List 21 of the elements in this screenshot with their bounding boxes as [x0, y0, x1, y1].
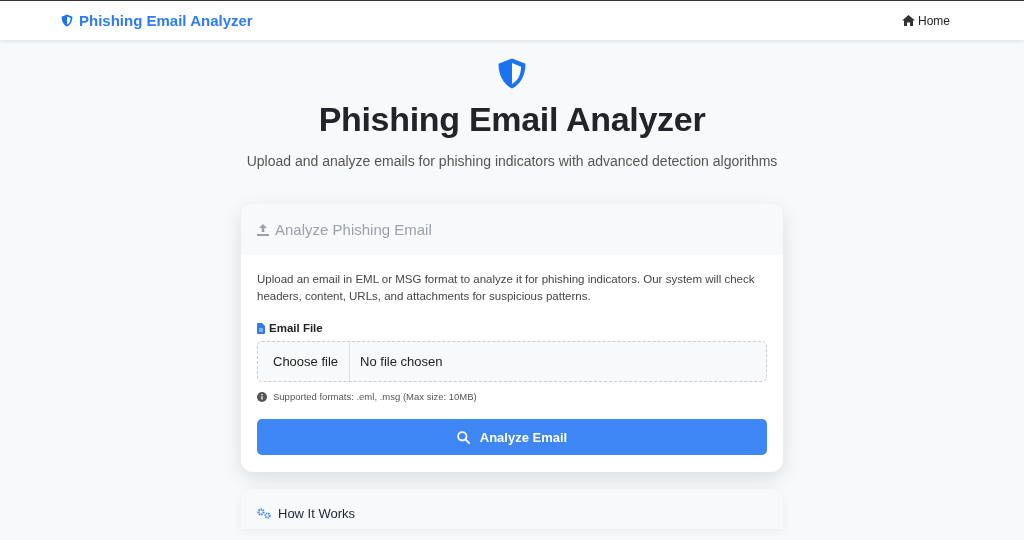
field-label: Email File [269, 322, 323, 334]
search-icon [456, 430, 470, 444]
shield-icon [61, 13, 73, 28]
file-status: No file chosen [359, 354, 443, 369]
card-title: Analyze Phishing Email [275, 221, 432, 238]
section-title: How It Works [278, 506, 356, 521]
info-icon [257, 391, 267, 402]
analyze-button[interactable]: Analyze Email [257, 419, 767, 455]
page-title: Phishing Email Analyzer [318, 100, 706, 139]
brand-link[interactable]: Phishing Email Analyzer [61, 12, 253, 29]
gears-icon [257, 508, 271, 519]
upload-icon [257, 223, 269, 236]
file-input[interactable]: Choose file No file chosen [257, 341, 767, 382]
shield-icon [497, 57, 527, 90]
help-text: Supported formats: .eml, .msg (Max size: 10MB) [273, 391, 477, 402]
nav-link[interactable]: Home [902, 13, 950, 28]
file-icon [257, 322, 265, 334]
home-icon [902, 15, 915, 26]
description: Upload an email in EML or MSG format to analyze it for phishing indicators. Our system will check headers, content, URLs, and attachments for suspicious patterns. [257, 272, 756, 304]
page-subtitle: Upload and analyze emails for phishing indicators with advanced detection algorithms [246, 153, 778, 169]
choose-file-button[interactable]: Choose file [258, 342, 351, 381]
